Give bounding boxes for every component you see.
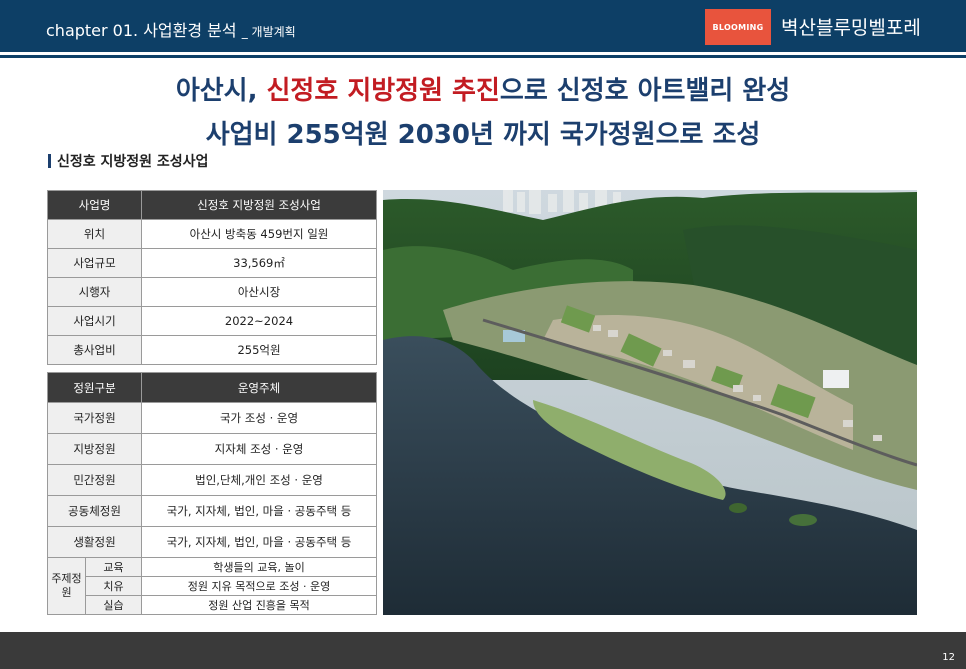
table-row: 총사업비 255억원	[47, 335, 377, 365]
headline-part-a: 아산시,	[175, 76, 267, 106]
table-row: 지방정원 지자체 조성 · 운영	[46, 433, 378, 465]
row-value: 지자체 조성 · 운영	[141, 433, 378, 465]
theme-garden-label: 주제정원	[47, 557, 86, 615]
table-row: 생활정원 국가, 지자체, 법인, 마을 · 공동주택 등	[46, 526, 378, 558]
table-row: 공동체정원 국가, 지자체, 법인, 마을 · 공동주택 등	[46, 495, 378, 527]
row-label: 위치	[47, 219, 142, 249]
page-number: 12	[942, 652, 955, 663]
row-value: 법인,단체,개인 조성 · 운영	[141, 464, 378, 496]
row-label: 사업시기	[47, 306, 142, 336]
row-value: 255억원	[141, 335, 377, 365]
headline-part-b: 으로 신정호 아트밸리 완성	[499, 76, 791, 106]
row-label: 총사업비	[47, 335, 142, 365]
headline-highlight: 신정호 지방정원 추진	[266, 76, 500, 106]
table-header-row: 사업명 신정호 지방정원 조성사업	[47, 190, 377, 220]
table-row: 위치 아산시 방축동 459번지 일원	[47, 219, 377, 249]
headline-line-2: 사업비 255억원 2030년 까지 국가정원으로 조성	[205, 120, 761, 150]
row-label: 생활정원	[46, 526, 143, 558]
row-value: 정원 지유 목적으로 조성 · 운영	[141, 576, 378, 596]
blooming-logo: BLOOMING	[705, 9, 771, 45]
table-row: 치유 정원 지유 목적으로 조성 · 운영	[48, 576, 378, 596]
table-header-cell: 운영주체	[141, 372, 378, 403]
row-value: 아산시 방축동 459번지 일원	[141, 219, 377, 249]
logo-text: BLOOMING	[712, 22, 764, 32]
table-row: 사업규모 33,569㎡	[47, 248, 377, 278]
table-header-cell: 사업명	[47, 190, 142, 220]
aerial-photo	[383, 190, 917, 615]
section-heading: 신정호 지방정원 조성사업	[48, 151, 208, 171]
row-value: 학생들의 교육, 놀이	[141, 557, 378, 577]
row-value: 아산시장	[141, 277, 377, 307]
row-value: 국가, 지자체, 법인, 마을 · 공동주택 등	[141, 495, 378, 527]
chapter-sub-label: _ 개발계획	[241, 25, 296, 39]
garden-type-table: 정원구분 운영주체 국가정원 국가 조성 · 운영 지방정원 지자체 조성 · …	[46, 372, 378, 615]
row-label: 사업규모	[47, 248, 142, 278]
chapter-title: chapter 01. 사업환경 분석 _ 개발계획	[46, 17, 296, 41]
headline-line-1: 아산시, 신정호 지방정원 추진으로 신정호 아트밸리 완성	[0, 70, 966, 107]
row-value: 2022~2024	[141, 306, 377, 336]
row-label: 국가정원	[46, 402, 143, 434]
table-row: 주제정원 교육 학생들의 교육, 놀이	[47, 557, 378, 615]
table-row: 국가정원 국가 조성 · 운영	[46, 402, 378, 434]
row-label: 공동체정원	[46, 495, 143, 527]
row-value: 국가 조성 · 운영	[141, 402, 378, 434]
table-header-row: 정원구분 운영주체	[46, 372, 378, 403]
table-header-cell: 신정호 지방정원 조성사업	[141, 190, 377, 220]
row-label: 지방정원	[46, 433, 143, 465]
row-value: 33,569㎡	[141, 248, 377, 278]
section-bar-icon	[48, 154, 51, 168]
header-divider	[0, 55, 966, 58]
row-value: 국가, 지자체, 법인, 마을 · 공동주택 등	[141, 526, 378, 558]
table-row: 시행자 아산시장	[47, 277, 377, 307]
footer-bar	[0, 632, 966, 669]
table-row: 민간정원 법인,단체,개인 조성 · 운영	[46, 464, 378, 496]
table-row: 사업시기 2022~2024	[47, 306, 377, 336]
row-label: 민간정원	[46, 464, 143, 496]
row-label: 교육	[84, 557, 143, 577]
section-heading-text: 신정호 지방정원 조성사업	[57, 154, 209, 170]
row-value: 정원 산업 진흥을 목적	[141, 595, 378, 615]
aerial-photo-illustration	[383, 190, 917, 615]
table-row: 실습 정원 산업 진흥을 목적	[48, 595, 378, 615]
brand-name: 벽산블루밍벨포레	[781, 17, 921, 39]
table-header-cell: 정원구분	[46, 372, 143, 403]
row-label: 시행자	[47, 277, 142, 307]
row-label: 치유	[84, 576, 143, 596]
project-info-table: 사업명 신정호 지방정원 조성사업 위치 아산시 방축동 459번지 일원 사업…	[47, 190, 377, 365]
chapter-label: chapter 01. 사업환경 분석	[46, 21, 237, 40]
row-label: 실습	[84, 595, 143, 615]
